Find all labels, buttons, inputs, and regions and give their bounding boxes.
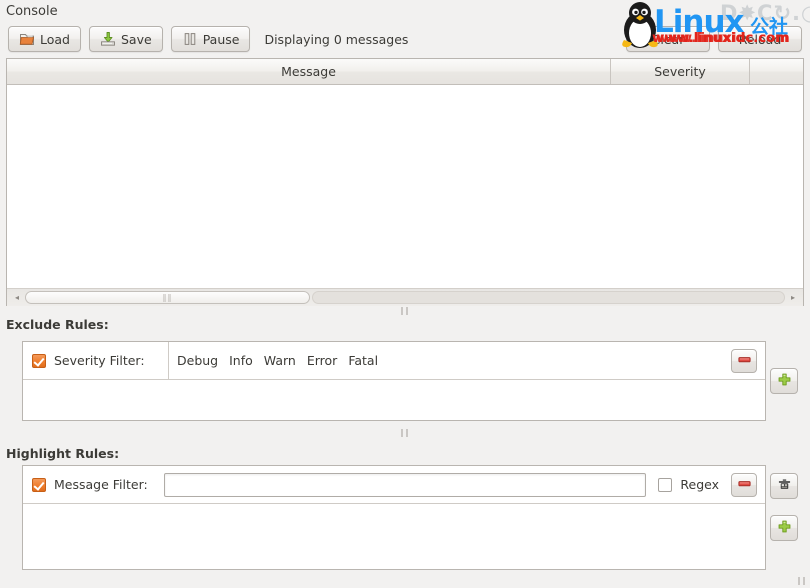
severity-values-group[interactable]: Debug Info Warn Error Fatal xyxy=(169,342,727,379)
splitter-handle-bottom[interactable]: ‖‖ xyxy=(0,428,810,438)
highlight-rules-title: Highlight Rules: xyxy=(6,446,120,461)
column-header-severity[interactable]: Severity xyxy=(611,59,750,84)
severity-value-info[interactable]: Info xyxy=(229,353,253,368)
severity-value-fatal[interactable]: Fatal xyxy=(348,353,378,368)
reload-button-label: Reload xyxy=(738,31,782,47)
hscrollbar-track[interactable] xyxy=(312,291,785,304)
pause-button[interactable]: Pause xyxy=(170,26,251,52)
resize-grip-dots: ‖‖ xyxy=(797,576,807,585)
highlight-rule-actions: Regex xyxy=(654,466,765,503)
highlight-rules-panel: Message Filter: Regex xyxy=(22,465,766,570)
exclude-rule-row: Severity Filter: Debug Info Warn Error F… xyxy=(23,342,765,380)
message-filter-checkbox[interactable] xyxy=(32,477,46,492)
hscrollbar-thumb[interactable]: ‖‖ xyxy=(25,291,310,304)
folder-open-icon xyxy=(19,31,35,47)
minus-icon xyxy=(737,476,752,494)
remove-exclude-rule-button[interactable] xyxy=(731,348,757,373)
splitter-grip: ‖‖ xyxy=(400,306,410,315)
message-count-status: Displaying 0 messages xyxy=(264,31,409,47)
message-filter-label: Message Filter: xyxy=(54,477,148,492)
message-table-header: Message Severity xyxy=(7,59,803,85)
message-filter-input-group xyxy=(156,466,655,503)
message-table-body[interactable] xyxy=(7,85,803,288)
clear-button[interactable]: Clear xyxy=(626,26,710,52)
save-disk-icon xyxy=(100,31,116,47)
load-button[interactable]: Load xyxy=(8,26,81,52)
plus-icon xyxy=(777,519,792,537)
column-header-spacer xyxy=(750,59,803,84)
regex-label: Regex xyxy=(680,477,719,492)
save-button-label: Save xyxy=(121,31,152,47)
color-palette-icon xyxy=(777,477,792,495)
exclude-rule-enable-group: Severity Filter: xyxy=(23,342,169,379)
severity-value-warn[interactable]: Warn xyxy=(264,353,296,368)
highlight-rule-enable-group: Message Filter: xyxy=(23,466,156,503)
highlight-color-picker-button[interactable] xyxy=(770,473,798,499)
exclude-rules-title: Exclude Rules: xyxy=(6,317,109,332)
regex-checkbox[interactable] xyxy=(658,477,673,492)
minus-icon xyxy=(737,352,752,370)
window-resize-grip[interactable]: ‖‖ xyxy=(797,571,807,586)
exclude-rule-actions xyxy=(727,342,765,379)
hscrollbar-thumb-grip: ‖‖ xyxy=(162,292,173,302)
splitter-grip-2: ‖‖ xyxy=(400,428,410,437)
column-header-message[interactable]: Message xyxy=(7,59,611,84)
reload-button[interactable]: Reload xyxy=(718,26,802,52)
message-table: Message Severity ◂ ‖‖ ▸ xyxy=(6,58,804,306)
highlight-rule-row: Message Filter: Regex xyxy=(23,466,765,504)
remove-highlight-rule-button[interactable] xyxy=(731,472,757,497)
severity-filter-checkbox[interactable] xyxy=(32,353,46,368)
severity-values-list: Debug Info Warn Error Fatal xyxy=(177,353,378,368)
severity-filter-label: Severity Filter: xyxy=(54,353,145,368)
splitter-handle-top[interactable]: ‖‖ xyxy=(0,306,810,316)
scroll-left-arrow-icon[interactable]: ◂ xyxy=(10,291,24,304)
pause-icon xyxy=(182,31,198,47)
clear-button-label: Clear xyxy=(651,31,685,47)
exclude-rules-panel: Severity Filter: Debug Info Warn Error F… xyxy=(22,341,766,421)
severity-value-error[interactable]: Error xyxy=(307,353,337,368)
scroll-right-arrow-icon[interactable]: ▸ xyxy=(786,291,800,304)
add-exclude-rule-button[interactable] xyxy=(770,368,798,394)
pause-button-label: Pause xyxy=(202,31,240,47)
message-table-hscrollbar[interactable]: ◂ ‖‖ ▸ xyxy=(7,288,803,306)
page-title: Console xyxy=(6,4,58,19)
load-button-label: Load xyxy=(40,31,70,47)
message-filter-input[interactable] xyxy=(163,472,647,497)
severity-value-debug[interactable]: Debug xyxy=(177,353,218,368)
add-highlight-rule-button[interactable] xyxy=(770,515,798,541)
save-button[interactable]: Save xyxy=(89,26,163,52)
plus-icon xyxy=(777,372,792,390)
watermark-ghost-text: D✸C↻.○ xyxy=(720,1,810,25)
toolbar: Load Save Pause Displaying 0 messages xyxy=(8,26,408,52)
toolbar-right: Clear Reload xyxy=(626,26,802,52)
